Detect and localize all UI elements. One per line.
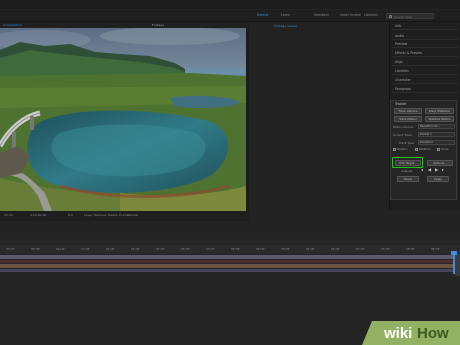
search-placeholder: Search Help	[394, 14, 413, 19]
ruler-tick: 07:15f	[356, 248, 365, 251]
panel-paragraph[interactable]: Paragraph	[392, 85, 458, 93]
analyze-forward-icon[interactable]: ▶	[435, 167, 438, 172]
panel-character[interactable]: Character	[392, 76, 458, 84]
analyze-backward-icon[interactable]: ◀	[428, 167, 431, 172]
panel-align[interactable]: Align	[392, 58, 458, 66]
footage-frame	[0, 28, 246, 211]
layer-selector[interactable]: Layer: Remove Tracker Points	[84, 213, 128, 217]
scale-label: Scale	[441, 147, 449, 151]
ruler-tick: 02:15f	[106, 248, 115, 251]
ruler-tick: 06:30f	[331, 248, 340, 251]
search-input[interactable]: Search Help	[386, 13, 434, 19]
panel-audio[interactable]: Audio	[392, 32, 458, 40]
panel-libraries[interactable]: Libraries	[392, 67, 458, 75]
rotation-label: Rotation	[419, 147, 431, 151]
tab-composition[interactable]: Composition	[3, 23, 22, 27]
ruler-tick: 03:30f	[181, 248, 190, 251]
wikihow-wiki: wiki	[383, 325, 412, 342]
position-label: Position	[397, 147, 408, 151]
rotation-checkbox[interactable]	[415, 148, 418, 151]
apply-button[interactable]: Apply	[427, 176, 449, 182]
ruler-tick: 08:15f	[406, 248, 415, 251]
render-toggle[interactable]: Render	[128, 213, 139, 217]
workspace-default[interactable]: Default	[257, 13, 269, 17]
ruler-tick: 04:30f	[231, 248, 240, 251]
options-button[interactable]: Options...	[427, 160, 453, 166]
workspace-learn[interactable]: Learn	[281, 13, 290, 17]
warp-stabilizer-button[interactable]: Warp Stabilizer	[425, 108, 454, 114]
position-checkbox[interactable]	[393, 148, 396, 151]
timeline-track[interactable]	[0, 260, 454, 263]
timeline-track[interactable]	[0, 269, 454, 272]
motion-source-label: Motion Source:	[393, 125, 414, 129]
analyze-label: Analyze:	[401, 169, 413, 173]
reset-button[interactable]: Reset	[397, 176, 419, 182]
title-bar	[0, 0, 460, 9]
project-panel: Footage (none)	[250, 22, 388, 210]
timeline-track[interactable]	[0, 264, 454, 268]
panel-preview[interactable]: Preview	[392, 40, 458, 48]
motion-source-dropdown[interactable]: Beautiful Lofo...	[418, 124, 455, 129]
viewer-footer: 53.4% 0;00;00;00 Full Layer: Remove Trac…	[0, 211, 249, 221]
workspace-small-screen[interactable]: Small Screen	[340, 13, 361, 17]
ruler-tick: 00:15f	[6, 248, 15, 251]
ruler-tick: 00:30f	[31, 248, 40, 251]
track-type-dropdown[interactable]: Transform	[418, 140, 455, 145]
wikihow-how: How	[417, 325, 449, 342]
composition-viewer[interactable]	[0, 28, 246, 211]
workspace-standard[interactable]: Standard	[314, 13, 329, 17]
track-camera-button[interactable]: Track Camera	[394, 108, 422, 114]
search-icon	[389, 15, 392, 18]
panel-effects-presets[interactable]: Effects & Presets	[392, 49, 458, 57]
ruler-tick: 05:15f	[256, 248, 265, 251]
current-track-dropdown[interactable]: Tracker 1	[418, 132, 455, 137]
ruler-tick: 07:30f	[381, 248, 390, 251]
tab-footage[interactable]: Footage	[152, 23, 164, 27]
playhead[interactable]	[453, 252, 455, 274]
ruler-tick: 03:15f	[156, 248, 165, 251]
tracker-panel: Tracker Track Camera Warp Stabilizer Tra…	[390, 100, 457, 200]
current-track-label: Current Track:	[393, 133, 413, 137]
track-motion-button[interactable]: Track Motion	[394, 116, 422, 122]
ruler-tick: 01:30f	[81, 248, 90, 251]
tracker-title: Tracker	[395, 102, 407, 106]
ruler-tick: 01:15f	[56, 248, 65, 251]
timeline-end-region	[455, 254, 460, 276]
ruler-tick: 02:30f	[131, 248, 140, 251]
panel-info[interactable]: Info	[392, 22, 458, 30]
edit-target-highlight	[392, 157, 423, 168]
timeline-ruler[interactable]: 00:15f 00:30f 01:15f 01:30f 02:15f 02:30…	[0, 245, 460, 254]
stabilize-motion-button[interactable]: Stabilize Motion	[425, 116, 454, 122]
analyze-forward-frame-icon[interactable]: ▸	[442, 167, 444, 172]
timecode[interactable]: 0;00;00;00	[30, 213, 46, 217]
track-type-label: Track Type:	[399, 141, 415, 145]
ruler-tick: 08:30f	[431, 248, 440, 251]
resolution[interactable]: Full	[68, 213, 73, 217]
layer-text[interactable]: Footage (none)	[274, 24, 297, 28]
ruler-tick: 05:30f	[281, 248, 290, 251]
timeline-track[interactable]	[0, 255, 454, 259]
playhead-handle[interactable]	[451, 251, 457, 255]
ruler-tick: 04:15f	[206, 248, 215, 251]
ruler-tick: 06:15f	[306, 248, 315, 251]
zoom-level[interactable]: 53.4%	[4, 213, 14, 217]
scale-checkbox[interactable]	[437, 148, 440, 151]
workspace-libraries[interactable]: Libraries	[364, 13, 378, 17]
wikihow-logo: wiki How	[362, 321, 460, 345]
